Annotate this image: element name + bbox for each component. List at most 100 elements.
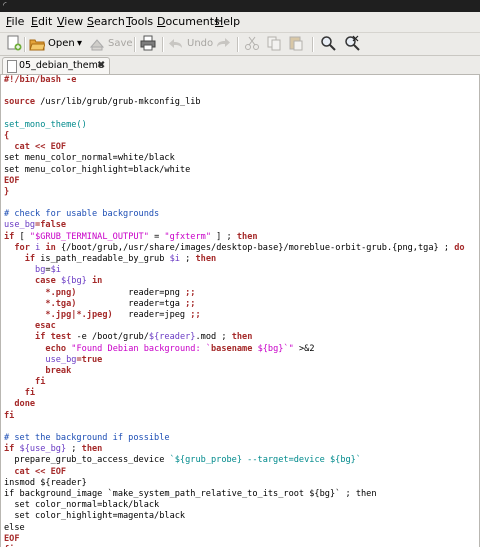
code-token: {/boot/grub,/usr/share/images/desktop-ba… <box>55 242 455 253</box>
code-token: insmod ${reader} <box>4 477 87 488</box>
toolbar: Open ▾ Save Undo <box>0 33 480 56</box>
open-recent-dropdown[interactable]: ▾ <box>77 35 82 53</box>
code-token: then <box>195 254 217 264</box>
code-token: set menu_color_normal=white/black <box>4 153 175 164</box>
code-line[interactable]: *.png) reader=png ;; <box>4 288 465 299</box>
paste-button[interactable] <box>288 35 304 53</box>
code-line[interactable]: if is_path_readable_by_grub $i ; then <box>4 254 465 265</box>
code-line[interactable] <box>4 86 465 97</box>
code-line[interactable]: { <box>4 131 465 142</box>
code-line[interactable]: if [ "$GRUB_TERMINAL_OUTPUT" = "gfxterm"… <box>4 232 465 243</box>
code-line[interactable]: if test -e /boot/grub/${reader}.mod ; th… <box>4 332 465 343</box>
code-line[interactable]: use_bg=true <box>4 355 465 366</box>
code-token: then <box>236 231 258 242</box>
code-line[interactable]: *.tga) reader=tga ;; <box>4 299 465 310</box>
code-token: -e /boot/grub/ <box>71 332 149 343</box>
code-line[interactable]: # check for usable backgrounds <box>4 209 465 220</box>
menu-tools[interactable]: Tools <box>126 12 153 32</box>
code-line[interactable] <box>4 198 465 209</box>
save-button[interactable]: Save <box>89 35 133 53</box>
menu-documents[interactable]: Documents <box>157 12 220 32</box>
magnifier-icon <box>321 36 336 51</box>
code-line[interactable]: # set the background if possible <box>4 433 465 444</box>
code-line[interactable]: EOF <box>4 176 465 187</box>
code-line[interactable]: set menu_color_highlight=black/white <box>4 165 465 176</box>
code-line[interactable]: #!/bin/bash -e <box>4 75 465 86</box>
code-editor[interactable]: #!/bin/bash -e source /usr/lib/grub/grub… <box>0 74 480 547</box>
code-line[interactable] <box>4 422 465 433</box>
code-token: *.png) <box>45 287 77 298</box>
code-line[interactable]: fi <box>4 411 465 422</box>
code-line[interactable]: } <box>4 187 465 198</box>
code-token: /usr/lib/grub/grub-mkconfig_lib <box>35 97 201 108</box>
window-menu-icon[interactable]: ◜ <box>3 2 11 11</box>
code-token: do <box>454 242 465 253</box>
redo-button[interactable] <box>215 35 231 53</box>
code-line[interactable]: esac <box>4 321 465 332</box>
code-line[interactable] <box>4 109 465 120</box>
find-button[interactable] <box>320 35 336 53</box>
code-token: break <box>45 365 72 376</box>
code-token: [ <box>14 231 30 242</box>
code-token: set color_highlight=magenta/black <box>4 511 186 522</box>
tab-05-debian-theme[interactable]: 05_debian_theme ✖ <box>2 57 110 75</box>
code-token: ] ; <box>211 231 237 242</box>
print-button[interactable] <box>140 35 156 53</box>
code-line[interactable]: echo "Found Debian background: `basename… <box>4 344 465 355</box>
code-token: case <box>35 276 56 287</box>
code-line[interactable]: prepare_grub_to_access_device `${grub_pr… <box>4 455 465 466</box>
code-token: reader=png <box>76 287 186 298</box>
code-line[interactable]: case ${bg} in <box>4 276 465 287</box>
menu-search[interactable]: Search <box>87 12 125 32</box>
undo-button[interactable]: Undo <box>168 35 213 53</box>
code-line[interactable]: else <box>4 523 465 534</box>
copy-button[interactable] <box>266 35 282 53</box>
menu-view[interactable]: View <box>57 12 83 32</box>
open-button[interactable]: Open <box>29 35 75 53</box>
code-line[interactable]: EOF <box>4 534 465 545</box>
tab-close-icon[interactable]: ✖ <box>97 58 105 74</box>
code-line[interactable]: bg=$i <box>4 265 465 276</box>
code-line[interactable]: source /usr/lib/grub/grub-mkconfig_lib <box>4 97 465 108</box>
menu-edit[interactable]: Edit <box>31 12 52 32</box>
code-line[interactable]: fi <box>4 377 465 388</box>
find-replace-button[interactable] <box>344 35 360 53</box>
code-token: cat << EOF <box>14 142 67 153</box>
cut-button[interactable] <box>244 35 260 53</box>
new-button[interactable] <box>6 35 22 53</box>
code-line[interactable]: if background_image `make_system_path_re… <box>4 489 465 500</box>
code-token: if <box>4 444 15 455</box>
code-token: # check for usable backgrounds <box>4 209 160 220</box>
code-token: EOF <box>4 175 20 186</box>
code-text[interactable]: #!/bin/bash -e source /usr/lib/grub/grub… <box>4 75 465 547</box>
code-line[interactable]: set menu_color_normal=white/black <box>4 153 465 164</box>
code-token: $i <box>50 265 61 276</box>
code-line[interactable]: *.jpg|*.jpeg) reader=jpeg ;; <box>4 310 465 321</box>
code-line[interactable]: if ${use_bg} ; then <box>4 444 465 455</box>
code-token: *.jpg|*.jpeg) <box>45 309 113 320</box>
paste-icon <box>289 36 303 51</box>
code-line[interactable]: insmod ${reader} <box>4 478 465 489</box>
text-document-icon <box>7 60 17 73</box>
menu-help[interactable]: Help <box>215 12 240 32</box>
code-line[interactable]: set color_highlight=magenta/black <box>4 511 465 522</box>
code-line[interactable]: cat << EOF <box>4 142 465 153</box>
code-line[interactable]: fi <box>4 388 465 399</box>
code-line[interactable]: done <box>4 399 465 410</box>
code-token: esac <box>35 321 56 332</box>
code-line[interactable]: for i in {/boot/grub,/usr/share/images/d… <box>4 242 465 254</box>
menu-file[interactable]: File <box>6 12 24 32</box>
code-line[interactable]: set_mono_theme() <box>4 120 465 131</box>
code-line[interactable]: break <box>4 366 465 377</box>
code-line[interactable]: cat << EOF <box>4 467 465 478</box>
code-token: } <box>4 186 10 197</box>
find-replace-icon <box>345 35 360 51</box>
code-token: if <box>24 254 36 264</box>
code-line[interactable]: use_bg=false <box>4 220 465 231</box>
code-line[interactable]: set color_normal=black/black <box>4 500 465 511</box>
